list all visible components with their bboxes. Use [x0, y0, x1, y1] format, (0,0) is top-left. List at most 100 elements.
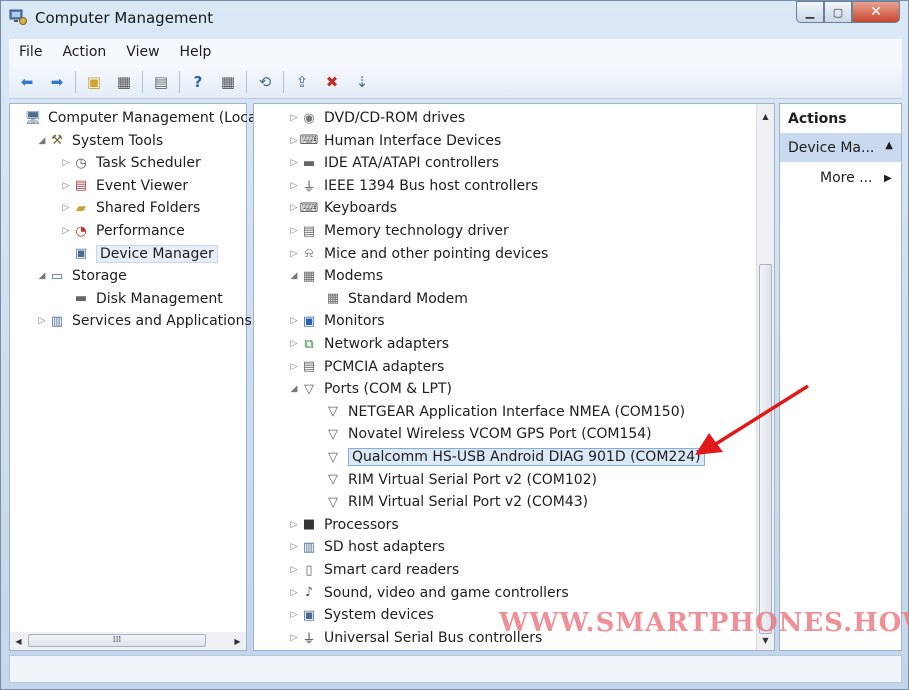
- tree-item[interactable]: ▷ ▰ Shared Folders: [60, 197, 201, 219]
- collapsed-arrow-icon[interactable]: ▷: [60, 181, 72, 191]
- tree-item[interactable]: ▷ ◉ DVD/CD-ROM drives: [288, 107, 466, 129]
- port-icon: ▽: [328, 494, 338, 510]
- tree-item[interactable]: ▷ ⏚ IEEE 1394 Bus host controllers: [288, 175, 539, 197]
- collapsed-arrow-icon[interactable]: ▷: [288, 610, 300, 620]
- scroll-right-icon[interactable]: ▶: [229, 633, 246, 649]
- more-actions-link[interactable]: More ...: [820, 170, 873, 186]
- collapsed-arrow-icon[interactable]: ▷: [288, 542, 300, 552]
- collapsed-arrow-icon[interactable]: ▷: [288, 633, 300, 643]
- collapsed-arrow-icon[interactable]: ▷: [288, 316, 300, 326]
- tree-item[interactable]: ▬ Disk Management: [60, 288, 223, 310]
- menu-help[interactable]: Help: [170, 44, 222, 60]
- show-hide-tree-icon[interactable]: ▦: [112, 70, 136, 94]
- tree-item[interactable]: ▷ ▣ Monitors: [288, 310, 385, 332]
- tree-item[interactable]: ▷ ♪ Sound, video and game controllers: [288, 582, 569, 604]
- tree-item[interactable]: ▦ Standard Modem: [312, 288, 468, 310]
- horizontal-scrollbar[interactable]: ◀ ⁞⁞⁞ ▶: [10, 632, 246, 650]
- tree-item[interactable]: ▷ ▣ System devices: [288, 604, 434, 626]
- collapsed-arrow-icon[interactable]: ▷: [60, 203, 72, 213]
- update-driver-icon[interactable]: ⇪: [290, 70, 314, 94]
- tree-item-label: Smart card readers: [324, 562, 460, 578]
- expanded-arrow-icon[interactable]: ◢: [288, 384, 300, 394]
- tree-item[interactable]: 🖥 Computer Management (Local: [12, 107, 261, 129]
- tree-item[interactable]: ▽ NETGEAR Application Interface NMEA (COM…: [312, 401, 685, 423]
- actions-group-device-manager[interactable]: Device Ma... ▲: [780, 134, 901, 162]
- expanded-arrow-icon[interactable]: ◢: [36, 271, 48, 281]
- collapsed-arrow-icon[interactable]: ▷: [288, 158, 300, 168]
- collapsed-arrow-icon[interactable]: ▷: [288, 249, 300, 259]
- tree-item[interactable]: ◢ ▭ Storage: [36, 265, 127, 287]
- actions-title: Actions: [780, 104, 901, 134]
- tree-item-label: Storage: [72, 268, 127, 285]
- tree-item[interactable]: ▷ ▯ Smart card readers: [288, 559, 460, 581]
- back-arrow-icon[interactable]: ⬅: [15, 70, 39, 94]
- uninstall-icon[interactable]: ✖: [320, 70, 344, 94]
- tree-item[interactable]: ▷ ⍾ Mice and other pointing devices: [288, 243, 549, 265]
- enable-device-icon[interactable]: ⇣: [350, 70, 374, 94]
- collapsed-arrow-icon[interactable]: ▷: [288, 226, 300, 236]
- tree-item-label: PCMCIA adapters: [324, 358, 445, 375]
- help-icon[interactable]: ?: [186, 70, 210, 94]
- tree-item[interactable]: ◢ ⚒ System Tools: [36, 130, 164, 152]
- collapsed-arrow-icon[interactable]: ▷: [288, 136, 300, 146]
- minimize-button[interactable]: ▁: [796, 1, 824, 23]
- menu-action[interactable]: Action: [52, 44, 116, 60]
- tree-item[interactable]: ▷ ▤ Event Viewer: [60, 175, 189, 197]
- tree-item[interactable]: ▷ ▥ Services and Applications: [36, 310, 252, 332]
- tree-item[interactable]: ▽ Novatel Wireless VCOM GPS Port (COM154): [312, 423, 652, 445]
- tree-item[interactable]: ▷ ▬ IDE ATA/ATAPI controllers: [288, 152, 500, 174]
- expanded-arrow-icon[interactable]: ◢: [36, 136, 48, 146]
- collapsed-arrow-icon[interactable]: ▷: [288, 113, 300, 123]
- tree-item-label: Monitors: [324, 313, 385, 330]
- tree-item[interactable]: ▷ ◔ Performance: [60, 220, 185, 242]
- collapsed-arrow-icon[interactable]: ▷: [60, 226, 72, 236]
- close-button[interactable]: ✕: [852, 1, 900, 23]
- collapse-up-icon[interactable]: ▲: [885, 140, 893, 156]
- scroll-up-icon[interactable]: ▲: [757, 108, 774, 124]
- tree-item[interactable]: ▽ RIM Virtual Serial Port v2 (COM102): [312, 469, 597, 491]
- tree-item[interactable]: ▷ ■ Processors: [288, 514, 399, 536]
- tree-item[interactable]: ▷ ⧉ Network adapters: [288, 333, 449, 355]
- scan-hardware-icon[interactable]: ⟲: [253, 70, 277, 94]
- vertical-scrollbar[interactable]: ▲ ▼: [756, 104, 774, 650]
- collapsed-arrow-icon[interactable]: ▷: [288, 565, 300, 575]
- tree-item[interactable]: ▽ Qualcomm HS-USB Android DIAG 901D (COM2…: [312, 446, 705, 468]
- collapsed-arrow-icon[interactable]: ▷: [288, 181, 300, 191]
- collapsed-arrow-icon[interactable]: ▷: [288, 339, 300, 349]
- collapsed-arrow-icon[interactable]: ▷: [288, 362, 300, 372]
- computer-management-window: Computer Management ▁ ▢ ✕ File Action Vi…: [0, 0, 909, 690]
- mouse-icon: ⍾: [304, 246, 314, 262]
- menu-view[interactable]: View: [116, 44, 169, 60]
- collapsed-arrow-icon[interactable]: ▷: [288, 203, 300, 213]
- menu-file[interactable]: File: [9, 44, 52, 60]
- collapsed-arrow-icon[interactable]: ▷: [288, 520, 300, 530]
- maximize-button[interactable]: ▢: [824, 1, 852, 23]
- tree-item-label: Memory technology driver: [324, 223, 509, 239]
- tree-item[interactable]: ▷ ▤ Memory technology driver: [288, 220, 509, 242]
- tree-item[interactable]: ◢ ▦ Modems: [288, 265, 384, 287]
- status-bar: [9, 655, 902, 683]
- scroll-left-icon[interactable]: ◀: [10, 633, 27, 649]
- processor-icon: ■: [302, 517, 316, 533]
- show-hide-action-pane-icon[interactable]: ▦: [216, 70, 240, 94]
- collapsed-arrow-icon[interactable]: ▷: [288, 588, 300, 598]
- tree-item[interactable]: ▷ ▤ PCMCIA adapters: [288, 356, 445, 378]
- tree-item-label: Human Interface Devices: [324, 132, 502, 149]
- forward-arrow-icon[interactable]: ➡: [45, 70, 69, 94]
- tree-item-label: Performance: [96, 223, 185, 239]
- properties-icon[interactable]: ▤: [149, 70, 173, 94]
- tree-item[interactable]: ▷ ⌨ Human Interface Devices: [288, 130, 502, 152]
- disk-icon: ▬: [74, 291, 88, 307]
- collapsed-arrow-icon[interactable]: ▷: [36, 316, 48, 326]
- expanded-arrow-icon[interactable]: ◢: [288, 271, 300, 281]
- tree-item[interactable]: ▷ ▥ SD host adapters: [288, 536, 445, 558]
- tree-item[interactable]: ◢ ▽ Ports (COM & LPT): [288, 378, 452, 400]
- up-folder-icon[interactable]: ▣: [82, 70, 106, 94]
- tree-item[interactable]: ▷ ⌨ Keyboards: [288, 197, 398, 219]
- tree-item[interactable]: ▣ Device Manager: [60, 243, 218, 265]
- title-bar[interactable]: Computer Management ▁ ▢ ✕: [1, 1, 908, 35]
- tree-item[interactable]: ▽ RIM Virtual Serial Port v2 (COM43): [312, 491, 588, 513]
- scrollbar-thumb[interactable]: ⁞⁞⁞: [28, 634, 206, 647]
- collapsed-arrow-icon[interactable]: ▷: [60, 158, 72, 168]
- tree-item[interactable]: ▷ ◷ Task Scheduler: [60, 152, 201, 174]
